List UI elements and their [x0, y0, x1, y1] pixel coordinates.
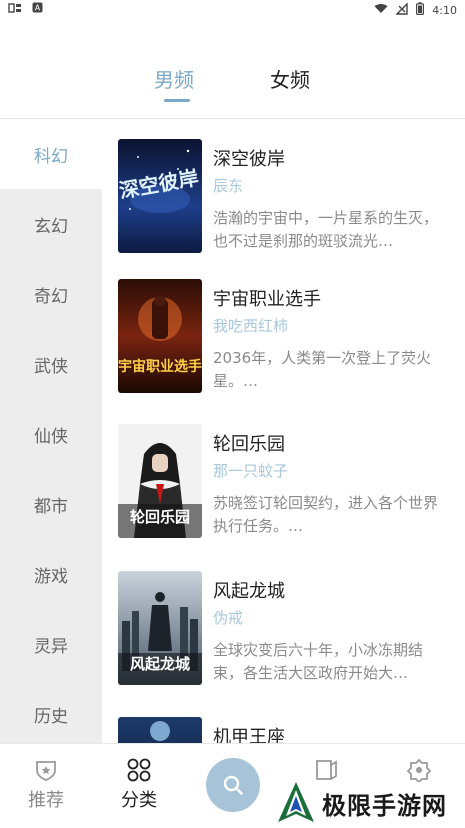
nav-category-label: 分类 — [121, 790, 157, 811]
cover-title-text: 轮回乐园 — [130, 508, 190, 526]
category-urban[interactable]: 都市 — [0, 469, 102, 539]
notification-icon — [8, 2, 22, 17]
watermark-logo-icon — [278, 782, 314, 822]
category-fantasy[interactable]: 奇幻 — [0, 259, 102, 329]
book-cover[interactable] — [118, 717, 202, 743]
book-item[interactable]: 轮回乐园 轮回乐园 那一只蚊子 苏晓签订轮回契约，进入各个世界执行任务。… — [118, 424, 458, 540]
search-button[interactable] — [206, 758, 260, 812]
nav-category[interactable]: 分类 — [104, 758, 174, 812]
book-author: 我吃西红柿 — [213, 317, 289, 335]
book-description: 全球灾变后六十年，小冰冻期结束，各生活大区政府开始大… — [213, 641, 424, 682]
gender-tabs: 男频 女频 — [0, 58, 465, 118]
tab-female[interactable]: 女频 — [270, 64, 310, 93]
category-scifi[interactable]: 科幻 — [0, 119, 102, 189]
status-time: 4:10 — [432, 3, 457, 17]
cover-title-text: 宇宙职业选手 — [118, 358, 202, 375]
book-title[interactable]: 风起龙城 — [213, 577, 285, 603]
book-cover[interactable]: 宇宙职业选手 — [118, 279, 202, 393]
tab-male[interactable]: 男频 — [154, 64, 194, 93]
svg-text:A: A — [35, 4, 41, 13]
category-xianxia[interactable]: 仙侠 — [0, 399, 102, 469]
book-list: 深空彼岸 深空彼岸 辰东 浩瀚的宇宙中，一片星系的生灭，也不过是刹那的斑驳流光…… — [102, 119, 465, 743]
category-grid-icon — [127, 758, 151, 782]
wifi-icon — [374, 3, 388, 17]
search-icon — [223, 775, 243, 795]
badge-star-icon — [36, 761, 56, 781]
category-history[interactable]: 历史 — [0, 679, 102, 749]
category-supernatural[interactable]: 灵异 — [0, 609, 102, 679]
book-author: 那一只蚊子 — [213, 462, 289, 480]
category-game[interactable]: 游戏 — [0, 539, 102, 609]
book-item[interactable]: 深空彼岸 深空彼岸 辰东 浩瀚的宇宙中，一片星系的生灭，也不过是刹那的斑驳流光… — [118, 139, 458, 255]
book-cover[interactable]: 深空彼岸 — [118, 139, 202, 253]
nav-recommend[interactable]: 推荐 — [11, 758, 81, 812]
book-description: 2036年，人类第一次登上了荧火星。… — [213, 349, 432, 390]
battery-icon — [416, 2, 425, 18]
nav-recommend-label: 推荐 — [28, 790, 64, 811]
category-xuanhuan[interactable]: 玄幻 — [0, 189, 102, 259]
watermark: 极限手游网 — [272, 778, 462, 826]
app-badge-icon: A — [32, 2, 43, 17]
book-item[interactable]: 机甲王座 — [118, 717, 458, 743]
watermark-text: 极限手游网 — [322, 792, 447, 820]
book-description: 浩瀚的宇宙中，一片星系的生灭，也不过是刹那的斑驳流光… — [213, 209, 439, 250]
book-title[interactable]: 轮回乐园 — [213, 430, 285, 456]
book-cover[interactable]: 轮回乐园 — [118, 424, 202, 538]
book-item[interactable]: 风起龙城 风起龙城 伪戒 全球灾变后六十年，小冰冻期结束，各生活大区政府开始大… — [118, 571, 458, 687]
book-title[interactable]: 深空彼岸 — [213, 145, 285, 171]
no-signal-icon — [395, 1, 408, 18]
tab-indicator — [164, 99, 190, 102]
category-wuxia[interactable]: 武侠 — [0, 329, 102, 399]
book-title[interactable]: 机甲王座 — [213, 723, 285, 743]
category-sidebar: 科幻 玄幻 奇幻 武侠 仙侠 都市 游戏 灵异 历史 — [0, 119, 102, 743]
book-title[interactable]: 宇宙职业选手 — [213, 285, 321, 311]
book-author: 辰东 — [213, 177, 244, 195]
book-author: 伪戒 — [213, 609, 244, 627]
status-bar: A 4:10 — [0, 0, 465, 20]
book-description: 苏晓签订轮回契约，进入各个世界执行任务。… — [213, 494, 439, 535]
book-item[interactable]: 宇宙职业选手 宇宙职业选手 我吃西红柿 2036年，人类第一次登上了荧火星。… — [118, 279, 458, 395]
status-left: A — [8, 2, 43, 17]
cover-title-text: 风起龙城 — [130, 655, 190, 673]
book-cover[interactable]: 风起龙城 — [118, 571, 202, 685]
status-right: 4:10 — [374, 1, 457, 18]
